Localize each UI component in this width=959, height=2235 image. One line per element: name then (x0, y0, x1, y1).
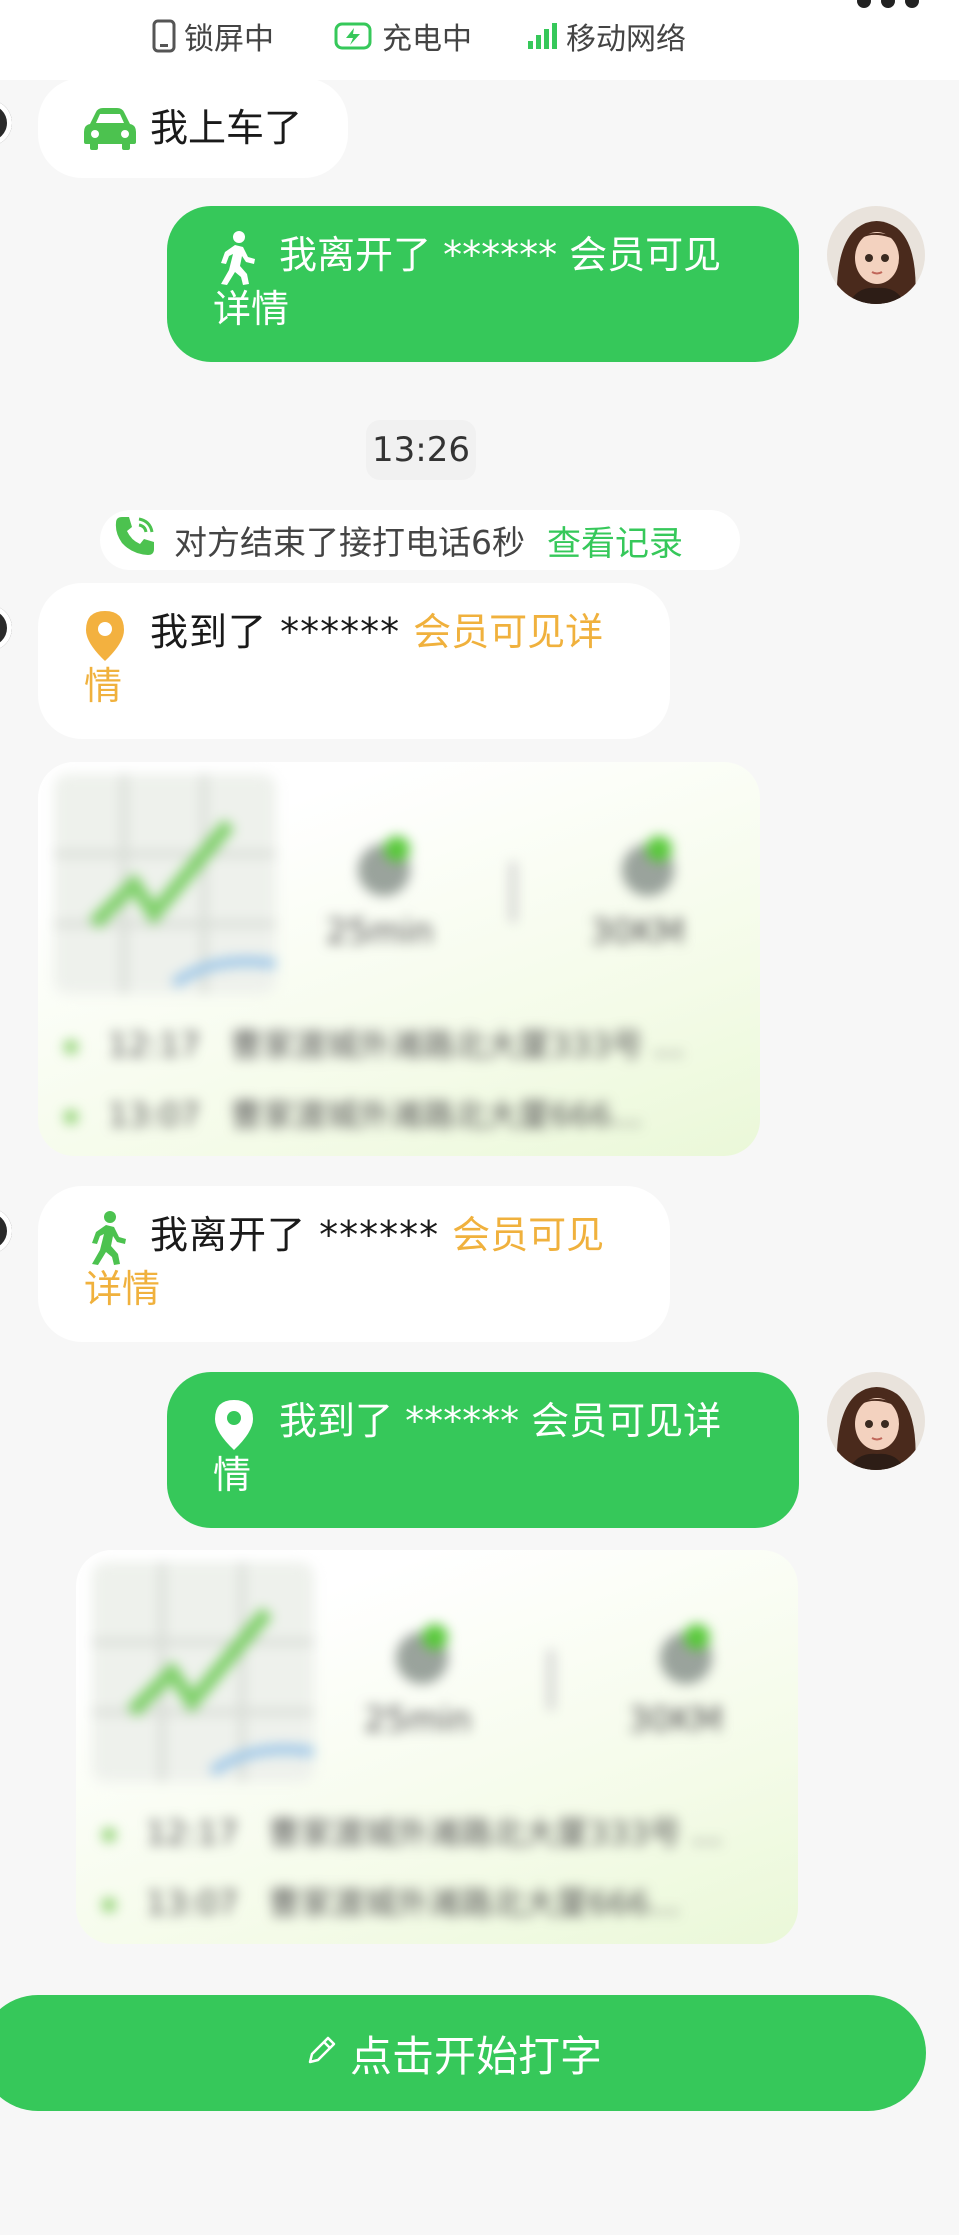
peer-avatar[interactable] (0, 1208, 12, 1254)
route-card[interactable]: 25min 30KM 12:17 曹家渡城外滩路北大厦333号 ... 13:07… (76, 1550, 798, 1944)
route-row-address: 曹家渡城外滩路北大厦666... (268, 1884, 680, 1922)
message-text-line1: 我离开了 ****** 会员可见 (279, 233, 722, 277)
route-row-address: 曹家渡城外滩路北大厦333号 ... (230, 1026, 684, 1064)
start-dot-icon (64, 1040, 78, 1054)
route-row-time: 12:17 (108, 1026, 201, 1064)
my-avatar[interactable] (827, 206, 925, 304)
timestamp: 13:26 (366, 420, 476, 480)
status-bar: 锁屏中 充电中 移动网络 (0, 0, 959, 80)
network-status: 移动网络 (526, 14, 686, 58)
route-row-address: 曹家渡城外滩路北大厦333号 ... (268, 1814, 722, 1852)
end-dot-icon (64, 1110, 78, 1124)
message-text-line1: 我离开了 ****** 会员可见 (150, 1208, 604, 1262)
route-row-end: 13:07 曹家渡城外滩路北大厦666... (64, 1090, 642, 1136)
car-icon (82, 104, 138, 166)
map-thumbnail (92, 1562, 314, 1782)
message-text: 我上车了 (150, 106, 303, 150)
route-row-address: 曹家渡城外滩路北大厦666... (230, 1096, 642, 1134)
message-prefix: 我到了 ****** (150, 610, 414, 654)
message-text-line2[interactable]: 详情 (84, 1262, 160, 1316)
message-text-line2[interactable]: 情 (84, 659, 122, 713)
route-row-time: 12:17 (146, 1814, 239, 1852)
member-visible-link[interactable]: 会员可见 (452, 1213, 604, 1257)
route-card[interactable]: 25min 30KM 12:17 曹家渡城外滩路北大厦333号 ... 13:07… (38, 762, 760, 1156)
view-record-link[interactable]: 查看记录 (547, 516, 683, 565)
route-row-time: 13:07 (146, 1884, 239, 1922)
distance-icon-dot (646, 836, 672, 862)
route-duration: 25min (364, 1700, 472, 1740)
message-bubble-arrive-sent[interactable]: 我到了 ****** 会员可见详 情 (167, 1372, 799, 1528)
peer-avatar[interactable] (0, 605, 12, 651)
end-dot-icon (102, 1898, 116, 1912)
message-prefix: 我离开了 ****** (150, 1213, 453, 1257)
edit-pencil-icon (304, 2029, 350, 2078)
message-text-line1: 我到了 ****** 会员可见详 (150, 605, 603, 659)
peer-avatar[interactable] (0, 100, 12, 146)
member-visible-link[interactable]: 会员可见详 (413, 610, 603, 654)
route-row-start: 12:17 曹家渡城外滩路北大厦333号 ... (64, 1020, 684, 1066)
more-icon[interactable] (857, 0, 919, 8)
phone-call-icon (112, 513, 158, 567)
start-dot-icon (102, 1828, 116, 1842)
route-row-end: 13:07 曹家渡城外滩路北大厦666... (102, 1878, 680, 1924)
stat-divider (510, 862, 516, 922)
message-text-line2: 详情 (213, 287, 290, 331)
charging-status: 充电中 (334, 14, 472, 58)
route-row-time: 13:07 (108, 1096, 201, 1134)
battery-charging-icon (334, 21, 374, 51)
message-bubble-car[interactable]: 我上车了 (38, 78, 348, 178)
network-status-label: 移动网络 (566, 22, 686, 57)
message-bubble-arrive[interactable]: 我到了 ****** 会员可见详 情 (38, 583, 670, 739)
route-row-start: 12:17 曹家渡城外滩路北大厦333号 ... (102, 1808, 722, 1854)
message-text-line1: 我到了 ****** 会员可见详 (279, 1399, 722, 1443)
clock-icon-dot (422, 1624, 448, 1650)
lock-status: 锁屏中 (152, 14, 274, 58)
message-bubble-leave[interactable]: 我离开了 ****** 会员可见 详情 (38, 1186, 670, 1342)
message-bubble-leave-sent[interactable]: 我离开了 ****** 会员可见 详情 (167, 206, 799, 362)
map-thumbnail (54, 774, 276, 994)
call-notice-text: 对方结束了接打电话6秒 (174, 523, 525, 562)
message-text-line2: 情 (213, 1453, 252, 1497)
start-typing-label: 点击开始打字 (349, 2031, 602, 2081)
call-notice: 对方结束了接打电话6秒 查看记录 (100, 510, 740, 570)
my-avatar[interactable] (827, 1372, 925, 1470)
lock-status-label: 锁屏中 (184, 22, 274, 57)
signal-icon (526, 21, 558, 51)
route-distance: 30KM (590, 912, 685, 952)
clock-icon-dot (384, 836, 410, 862)
start-typing-button[interactable]: 点击开始打字 (0, 1995, 926, 2111)
stat-divider (548, 1650, 554, 1710)
distance-icon-dot (684, 1624, 710, 1650)
charging-status-label: 充电中 (382, 22, 472, 57)
phone-lock-icon (152, 19, 176, 53)
route-distance: 30KM (628, 1700, 723, 1740)
route-duration: 25min (326, 912, 434, 952)
